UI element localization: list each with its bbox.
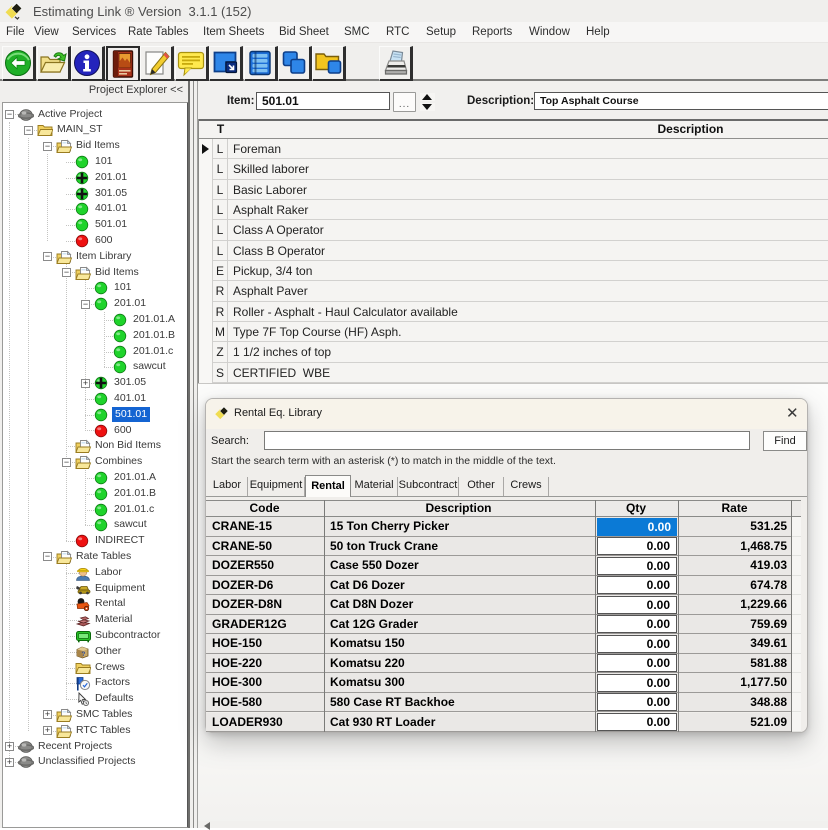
svg-text:?: ? — [82, 652, 86, 658]
